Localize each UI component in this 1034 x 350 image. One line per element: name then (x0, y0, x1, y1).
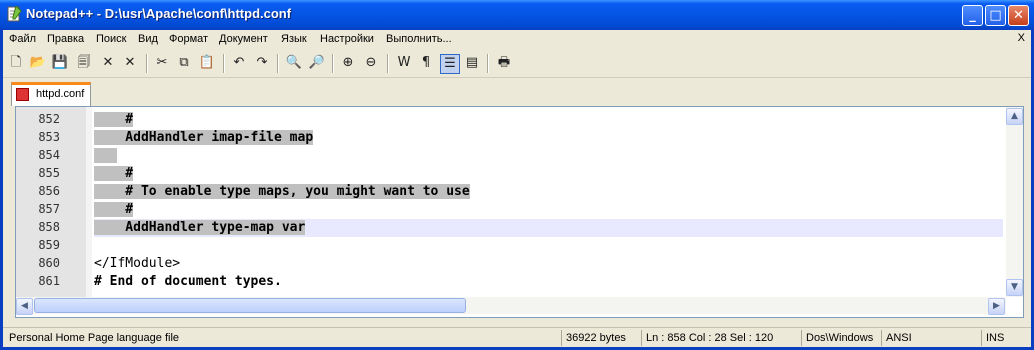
code-line[interactable]: # (94, 201, 1003, 219)
status-eol-format: Dos\Windows (801, 330, 873, 346)
code-line[interactable]: AddHandler imap-file map (94, 129, 1003, 147)
horizontal-scrollbar[interactable]: ◀ ▶ (16, 297, 1006, 315)
zoom-in-icon[interactable]: ⊕ (339, 54, 357, 72)
cut-icon[interactable]: ✂ (153, 54, 171, 72)
line-number: 854 (38, 148, 60, 162)
close-button[interactable]: ✕ (1008, 5, 1029, 26)
menu-format[interactable]: Формат (169, 33, 208, 45)
menu-run[interactable]: Выполнить... (386, 33, 452, 45)
toolbar-separator (332, 54, 334, 73)
line-number: 861 (38, 274, 60, 288)
line-number: 856 (38, 184, 60, 198)
status-encoding: ANSI (881, 330, 912, 346)
code-line[interactable]: AddHandler type-map var (94, 219, 1003, 237)
menu-edit[interactable]: Правка (47, 33, 84, 45)
line-number: 853 (38, 130, 60, 144)
code-line[interactable]: </IfModule> (94, 255, 1003, 273)
code-line-text: # (94, 166, 134, 181)
status-file-size: 36922 bytes (561, 330, 626, 346)
code-line-text: AddHandler type-map var (94, 220, 306, 235)
notepadpp-window: Notepad++ - D:\usr\Apache\conf\httpd.con… (0, 0, 1034, 350)
tab-httpd-conf[interactable]: httpd.conf (11, 82, 91, 106)
tab-label: httpd.conf (36, 88, 85, 100)
file-modified-icon (16, 88, 29, 101)
new-icon[interactable]: 🗋 (7, 54, 25, 72)
menu-search[interactable]: Поиск (96, 33, 126, 45)
minimize-button[interactable]: _ (962, 5, 983, 26)
print-icon[interactable]: 🖶 (495, 54, 513, 72)
close-icon[interactable]: ✕ (99, 54, 117, 72)
line-number: 859 (38, 238, 60, 252)
tab-bar: httpd.conf (3, 78, 1031, 106)
indent-guide-icon[interactable]: ☰ (440, 54, 460, 74)
save-icon[interactable]: 💾 (51, 54, 69, 72)
save-all-icon[interactable]: 🗐 (75, 54, 93, 72)
code-line-text: # (94, 112, 134, 127)
window-title: Notepad++ - D:\usr\Apache\conf\httpd.con… (26, 6, 292, 21)
show-all-chars-icon[interactable]: ¶ (417, 54, 435, 72)
title-bar[interactable]: Notepad++ - D:\usr\Apache\conf\httpd.con… (0, 0, 1034, 30)
menu-bar: Файл Правка Поиск Вид Формат Документ Яз… (3, 30, 1031, 49)
scroll-left-button[interactable]: ◀ (16, 298, 33, 315)
toolbar-separator (223, 54, 225, 73)
line-number: 855 (38, 166, 60, 180)
vertical-scrollbar[interactable]: ▲ ▼ (1006, 107, 1023, 297)
code-line-text: # To enable type maps, you might want to… (94, 184, 470, 199)
code-line[interactable]: # (94, 165, 1003, 183)
menu-language[interactable]: Язык (281, 33, 307, 45)
line-number: 860 (38, 256, 60, 270)
editor[interactable]: ▲ ▼ ◀ ▶ 852 #853 AddHandler imap-file ma… (15, 106, 1024, 318)
selection-highlight (94, 148, 118, 163)
horizontal-scroll-thumb[interactable] (34, 298, 466, 313)
code-line-text: # End of document types. (94, 274, 282, 289)
paste-icon[interactable]: 📋 (198, 54, 216, 72)
menu-close-document[interactable]: X (1018, 32, 1025, 44)
code-line[interactable]: # To enable type maps, you might want to… (94, 183, 1003, 201)
code-line[interactable]: # End of document types. (94, 273, 1003, 291)
open-icon[interactable]: 📂 (29, 54, 47, 72)
toolbar: 🗋 📂 💾 🗐 ✕ ✕ ✂ ⧉ 📋 ↶ ↷ 🔍 🔎 ⊕ ⊖ W ¶ ☰ ▤ 🖶 (3, 50, 1031, 78)
toolbar-separator (146, 54, 148, 73)
line-number: 852 (38, 112, 60, 126)
fold-margin[interactable] (86, 107, 92, 297)
scroll-up-button[interactable]: ▲ (1006, 108, 1023, 125)
wrap-icon[interactable]: W (395, 54, 413, 72)
status-insert-mode: INS (981, 330, 1004, 346)
status-bar: Personal Home Page language file 36922 b… (3, 327, 1031, 348)
line-number: 858 (38, 220, 60, 234)
code-line[interactable]: # (94, 111, 1003, 129)
zoom-out-icon[interactable]: ⊖ (362, 54, 380, 72)
code-line-text: AddHandler imap-file map (94, 130, 314, 145)
menu-view[interactable]: Вид (138, 33, 158, 45)
menu-settings[interactable]: Настройки (320, 33, 374, 45)
find-icon[interactable]: 🔍 (285, 54, 303, 72)
undo-icon[interactable]: ↶ (230, 54, 248, 72)
scroll-right-button[interactable]: ▶ (988, 298, 1005, 315)
status-language: Personal Home Page language file (9, 332, 180, 344)
code-line[interactable] (94, 237, 1003, 255)
replace-icon[interactable]: 🔎 (308, 54, 326, 72)
toolbar-separator (277, 54, 279, 73)
menu-file[interactable]: Файл (9, 33, 36, 45)
redo-icon[interactable]: ↷ (253, 54, 271, 72)
scroll-down-button[interactable]: ▼ (1006, 279, 1023, 296)
line-number: 857 (38, 202, 60, 216)
status-cursor-position: Ln : 858 Col : 28 Sel : 120 (641, 330, 773, 346)
maximize-button[interactable]: □ (985, 5, 1006, 26)
copy-icon[interactable]: ⧉ (175, 54, 193, 72)
user-lang-icon[interactable]: ▤ (463, 54, 481, 72)
close-all-icon[interactable]: ✕ (121, 54, 139, 72)
code-line-text: # (94, 202, 134, 217)
notepadpp-app-icon (7, 6, 22, 22)
code-line-text: </IfModule> (94, 256, 181, 271)
menu-document[interactable]: Документ (219, 33, 268, 45)
code-line[interactable] (94, 147, 1003, 165)
toolbar-separator (487, 54, 489, 73)
toolbar-separator (387, 54, 389, 73)
